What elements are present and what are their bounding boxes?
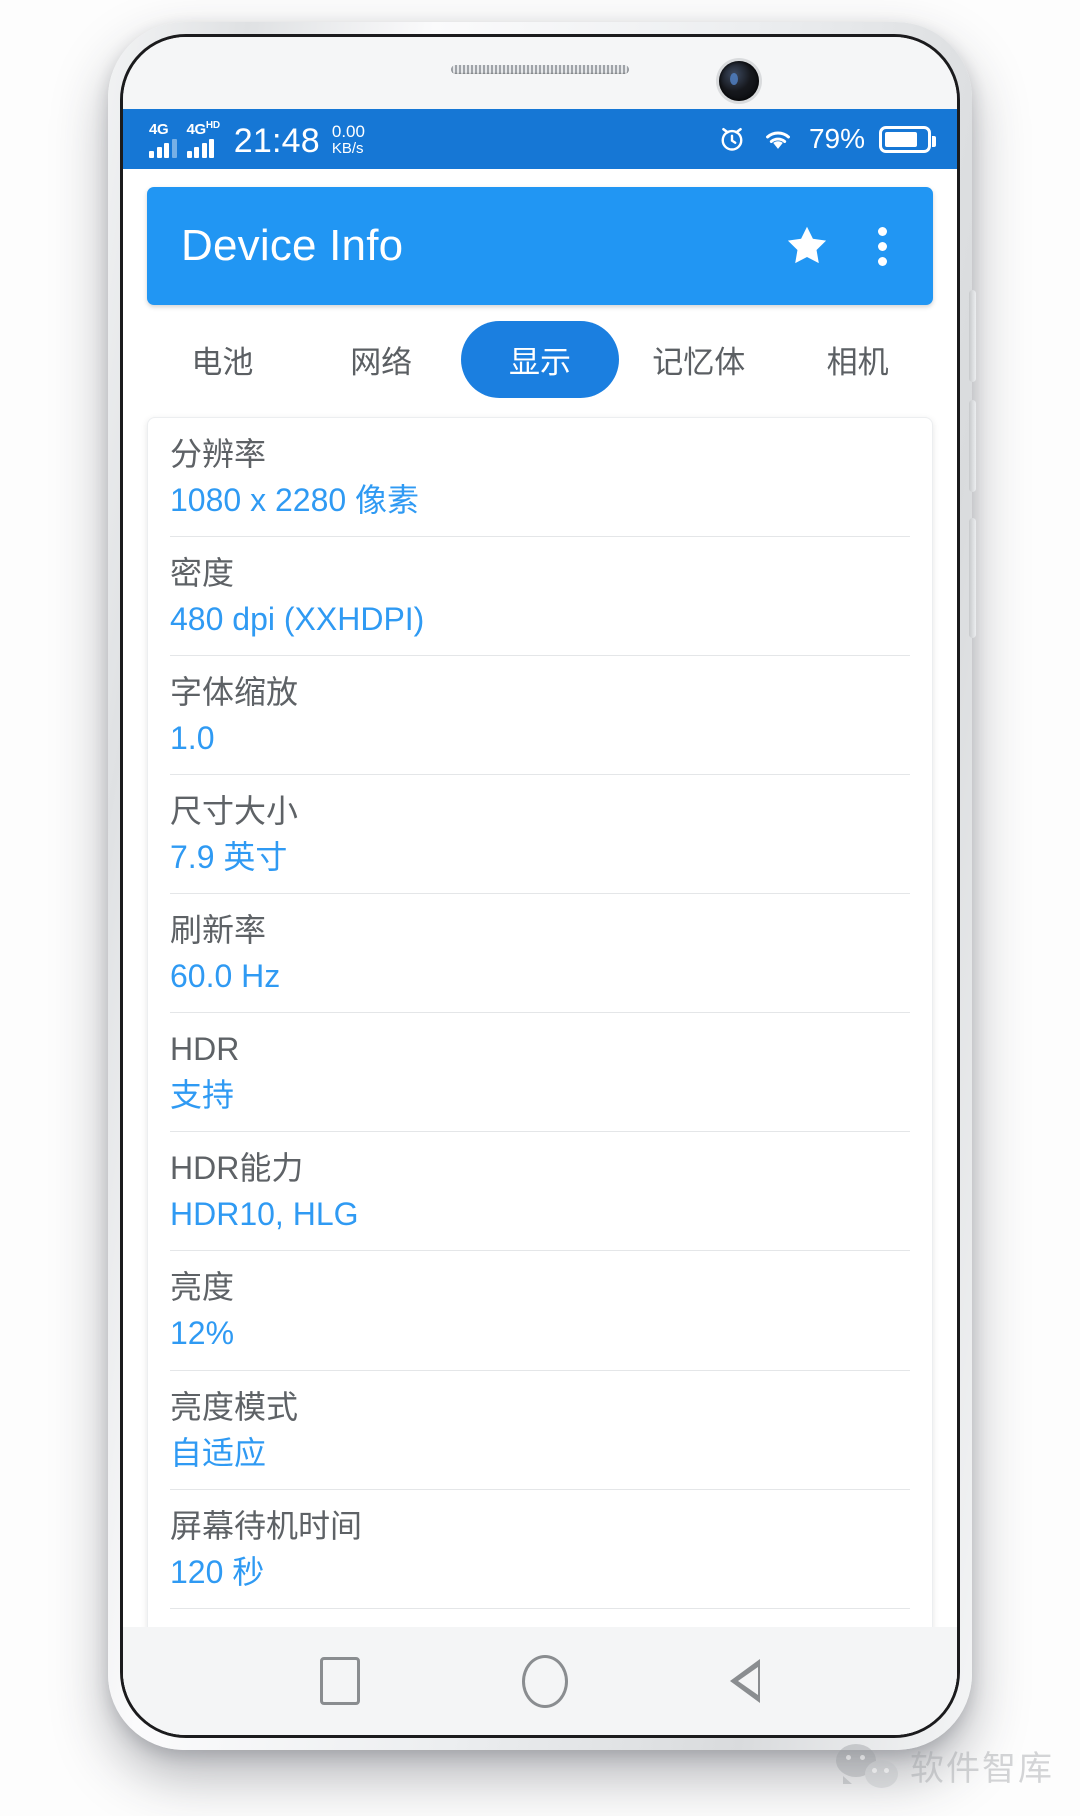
wifi-icon (765, 131, 790, 149)
tab-display[interactable]: 显示 (460, 320, 620, 398)
status-bar-clock: 21:48 (233, 121, 320, 160)
signal-1-bars-icon (149, 138, 177, 158)
network-speed-unit: KB/s (331, 140, 364, 158)
info-value: 1080 x 2280 像素 (170, 482, 420, 519)
info-value: HDR10, HLG (170, 1196, 359, 1233)
info-label: 字体缩放 (170, 674, 299, 711)
phone-screen: 4G 4GHD 21:48 0.00 KB/s 79% Device Info … (123, 109, 957, 1735)
signal-2-label: 4GHD (186, 119, 221, 138)
info-value: 480 dpi (XXHDPI) (170, 601, 425, 638)
page-background: 4G 4GHD 21:48 0.00 KB/s 79% Device Info … (0, 0, 1080, 1816)
status-bar-left: 4G 4GHD 21:48 0.00 KB/s (149, 119, 365, 160)
watermark-text: 软件智库 (910, 1750, 1054, 1788)
info-label: 亮度模式 (170, 1388, 299, 1425)
page-title: Device Info (181, 221, 404, 270)
signal-indicator-1: 4G (149, 122, 177, 158)
signal-2-bars-icon (186, 138, 214, 158)
info-value: 1.0 (170, 720, 215, 757)
info-value: 120 秒 (170, 1553, 265, 1590)
front-camera-icon (719, 61, 759, 101)
tab-bar: 电池 网络 显示 记忆体 相机 (143, 317, 937, 401)
info-value: 支持 (170, 1077, 235, 1114)
info-label: 尺寸大小 (170, 793, 299, 830)
info-row[interactable]: 亮度模式 自适应 (170, 1371, 910, 1490)
info-label: 亮度 (170, 1269, 235, 1306)
circle-home-icon[interactable] (522, 1654, 568, 1708)
display-info-card: 分辨率 1080 x 2280 像素 密度 480 dpi (XXHDPI) 字… (147, 417, 933, 1729)
info-value: 60.0 Hz (170, 958, 281, 995)
network-speed-value: 0.00 (331, 121, 365, 141)
info-row[interactable]: 分辨率 1080 x 2280 像素 (170, 418, 910, 538)
android-navigation-bar (123, 1627, 957, 1735)
info-row[interactable]: 尺寸大小 7.9 英寸 (170, 775, 910, 895)
status-bar-right: 79% (717, 123, 936, 155)
info-label: HDR能力 (170, 1150, 304, 1187)
volume-up-button[interactable] (969, 290, 976, 382)
info-row[interactable]: 刷新率 60.0 Hz (170, 894, 910, 1014)
star-icon[interactable] (779, 218, 835, 274)
tab-battery[interactable]: 电池 (143, 321, 302, 398)
phone-top-bezel (123, 37, 957, 109)
info-row[interactable]: 屏幕待机时间 120 秒 (170, 1490, 910, 1609)
battery-percent-label: 79% (808, 123, 865, 154)
square-recents-icon[interactable] (320, 1657, 360, 1705)
status-bar: 4G 4GHD 21:48 0.00 KB/s 79% (123, 109, 957, 169)
info-row[interactable]: 亮度 12% (170, 1251, 910, 1371)
info-row[interactable]: 密度 480 dpi (XXHDPI) (170, 537, 910, 657)
wechat-icon (836, 1743, 898, 1788)
tab-camera[interactable]: 相机 (778, 321, 937, 398)
phone-device-frame: 4G 4GHD 21:48 0.00 KB/s 79% Device Info … (108, 22, 976, 1750)
overflow-menu-icon[interactable] (861, 218, 903, 274)
info-value: 7.9 英寸 (170, 839, 288, 876)
signal-indicator-2: 4GHD (186, 119, 221, 158)
info-row[interactable]: HDR 支持 (170, 1013, 910, 1133)
triangle-back-icon[interactable] (730, 1659, 760, 1703)
speaker-grille-icon (451, 65, 629, 74)
volume-down-button[interactable] (969, 400, 976, 492)
info-label: 分辨率 (170, 436, 267, 472)
info-value: 12% (170, 1315, 235, 1352)
info-row[interactable]: HDR能力 HDR10, HLG (170, 1132, 910, 1252)
app-bar: Device Info (147, 187, 933, 305)
info-label: 刷新率 (170, 912, 267, 949)
info-value: 自适应 (170, 1434, 267, 1471)
info-label: 屏幕待机时间 (170, 1507, 363, 1544)
signal-1-label: 4G (149, 120, 169, 138)
info-row[interactable]: 字体缩放 1.0 (170, 656, 910, 776)
alarm-clock-icon (721, 127, 743, 151)
phone-screen-bezel: 4G 4GHD 21:48 0.00 KB/s 79% Device Info … (120, 34, 960, 1738)
info-label: HDR (170, 1031, 240, 1068)
tab-memory[interactable]: 记忆体 (619, 321, 778, 398)
watermark: 软件智库 (836, 1741, 1054, 1790)
power-button[interactable] (969, 518, 976, 638)
battery-icon (879, 125, 936, 153)
tab-network[interactable]: 网络 (302, 321, 461, 398)
network-speed: 0.00 KB/s (331, 121, 365, 158)
info-label: 密度 (170, 555, 235, 592)
